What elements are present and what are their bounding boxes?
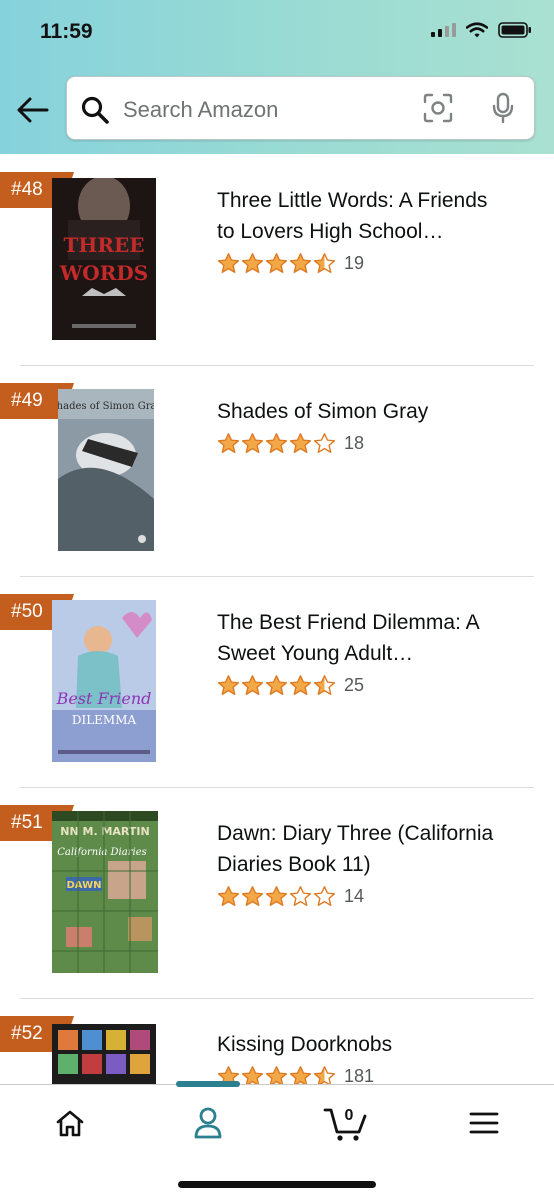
- product-title[interactable]: Dawn: Diary Three (California Diaries Bo…: [217, 818, 537, 880]
- search-icon: [81, 96, 109, 124]
- review-count: 25: [344, 674, 365, 695]
- battery-icon: [498, 22, 531, 38]
- star-empty-icon: [289, 886, 312, 907]
- list-item[interactable]: #48 THREE WORDS Three Little Words: A Fr…: [0, 154, 554, 366]
- top-header: 11:59 Search Amazon: [0, 0, 554, 154]
- cart-count: 0: [345, 1107, 354, 1124]
- product-title[interactable]: The Best Friend Dilemma: A Sweet Young A…: [217, 607, 537, 669]
- bottom-tab-bar: 0: [0, 1081, 554, 1200]
- review-count: 19: [344, 252, 365, 273]
- tab-cart[interactable]: 0: [316, 1103, 376, 1143]
- svg-text:Best Friend: Best Friend: [56, 689, 152, 708]
- star-full-icon: [217, 675, 240, 696]
- star-full-icon: [265, 433, 288, 454]
- star-full-icon: [265, 675, 288, 696]
- star-full-icon: [217, 433, 240, 454]
- rating-row[interactable]: 14: [217, 885, 364, 907]
- cart-icon: 0: [323, 1107, 367, 1141]
- review-count: 14: [344, 885, 365, 906]
- search-input[interactable]: Search Amazon: [66, 76, 535, 140]
- star-full-icon: [241, 1066, 264, 1084]
- star-full-icon: [289, 1066, 312, 1084]
- book-cover[interactable]: NN M. MARTIN California Diaries DAWN: [52, 811, 158, 973]
- rating-row[interactable]: 18: [217, 432, 364, 454]
- star-half-icon: [313, 253, 336, 274]
- star-rating: [217, 885, 336, 907]
- account-icon: [194, 1107, 222, 1139]
- svg-text:California Diaries: California Diaries: [57, 847, 147, 858]
- product-title[interactable]: Three Little Words: A Friends to Lovers …: [217, 185, 537, 247]
- star-rating: [217, 252, 336, 274]
- tab-menu[interactable]: [454, 1103, 514, 1143]
- menu-icon: [469, 1112, 499, 1134]
- camera-search-icon[interactable]: [423, 93, 453, 123]
- rating-row[interactable]: 19: [217, 252, 364, 274]
- star-full-icon: [241, 253, 264, 274]
- star-half-icon: [313, 675, 336, 696]
- review-count: 18: [344, 432, 365, 453]
- microphone-icon[interactable]: [491, 92, 515, 124]
- svg-text:DAWN: DAWN: [67, 880, 102, 891]
- cell-signal-icon: [431, 23, 456, 37]
- book-cover[interactable]: Shades of Simon Gray: [58, 389, 154, 551]
- bestseller-list: #48 THREE WORDS Three Little Words: A Fr…: [0, 154, 554, 1084]
- star-full-icon: [241, 886, 264, 907]
- back-button[interactable]: [16, 93, 50, 127]
- star-full-icon: [217, 253, 240, 274]
- tab-account[interactable]: [178, 1103, 238, 1143]
- home-indicator: [178, 1181, 376, 1188]
- home-icon: [56, 1110, 84, 1137]
- star-full-icon: [265, 1066, 288, 1084]
- star-empty-icon: [313, 886, 336, 907]
- book-cover[interactable]: [52, 1024, 156, 1084]
- rating-row[interactable]: 181: [217, 1065, 374, 1084]
- rating-row[interactable]: 25: [217, 674, 364, 696]
- star-full-icon: [241, 433, 264, 454]
- book-cover[interactable]: THREE WORDS: [52, 178, 156, 340]
- svg-text:THREE: THREE: [64, 233, 145, 257]
- star-empty-icon: [313, 433, 336, 454]
- active-tab-indicator: [176, 1081, 240, 1087]
- svg-text:WORDS: WORDS: [59, 261, 148, 285]
- product-title[interactable]: Shades of Simon Gray: [217, 396, 537, 427]
- status-icons: [431, 22, 532, 38]
- book-cover[interactable]: Best Friend DILEMMA: [52, 600, 156, 762]
- star-full-icon: [265, 886, 288, 907]
- star-full-icon: [217, 886, 240, 907]
- list-item[interactable]: #52 Kissing Doorknobs 181: [0, 998, 554, 1084]
- svg-text:DILEMMA: DILEMMA: [72, 713, 137, 727]
- star-rating: [217, 432, 336, 454]
- list-item[interactable]: #49 Shades of Simon Gray Shades of Simon…: [0, 365, 554, 577]
- review-count: 181: [344, 1065, 375, 1085]
- tab-home[interactable]: [40, 1103, 100, 1143]
- star-half-icon: [313, 1066, 336, 1084]
- back-arrow-icon: [17, 97, 49, 123]
- star-rating: [217, 674, 336, 696]
- search-placeholder: Search Amazon: [123, 97, 279, 122]
- star-full-icon: [241, 675, 264, 696]
- star-full-icon: [289, 253, 312, 274]
- product-title[interactable]: Kissing Doorknobs: [217, 1029, 537, 1060]
- star-full-icon: [289, 675, 312, 696]
- svg-text:Shades of Simon Gray: Shades of Simon Gray: [58, 401, 154, 412]
- svg-text:NN M. MARTIN: NN M. MARTIN: [60, 825, 149, 838]
- status-time: 11:59: [40, 20, 93, 43]
- list-item[interactable]: #50 Best Friend DILEMMA The Best Friend …: [0, 576, 554, 788]
- star-full-icon: [289, 433, 312, 454]
- wifi-icon: [466, 22, 488, 38]
- star-full-icon: [265, 253, 288, 274]
- list-item[interactable]: #51 NN M. MARTIN California Diaries DAWN…: [0, 787, 554, 999]
